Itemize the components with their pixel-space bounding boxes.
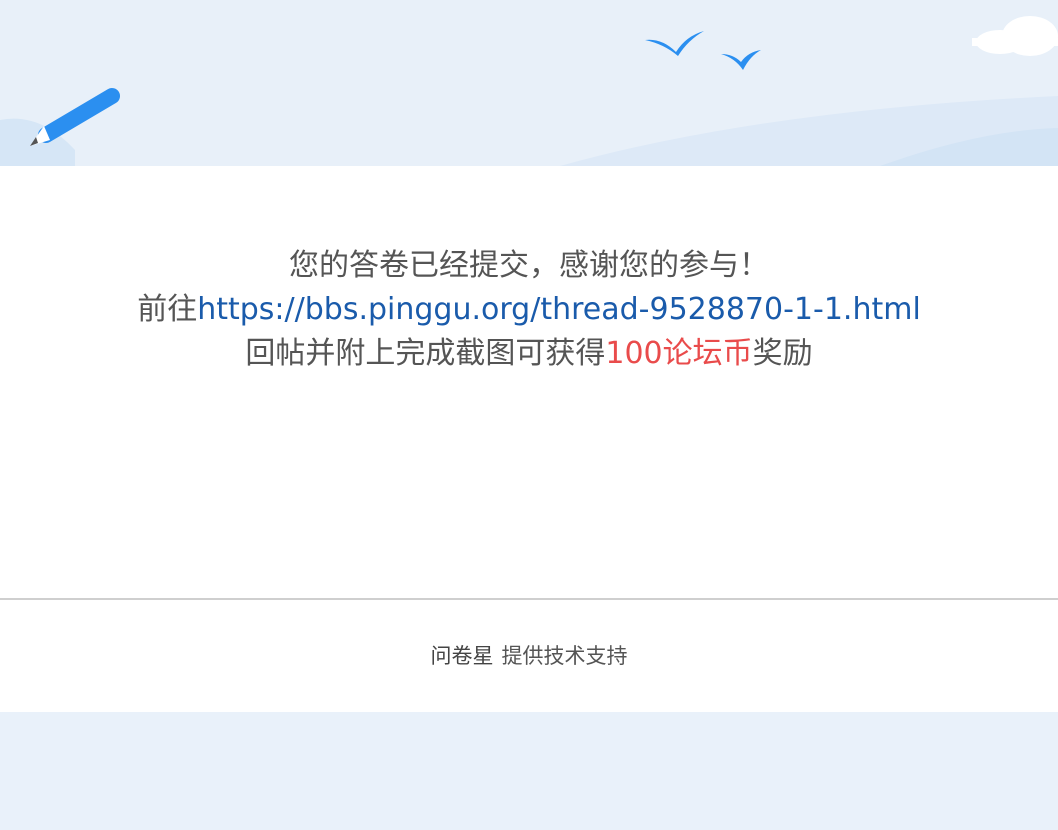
submission-message: 您的答卷已经提交，感谢您的参与！ 前往https://bbs.pinggu.or… — [0, 244, 1058, 376]
bird-icon — [721, 50, 761, 70]
footer: 问卷星 提供技术支持 — [0, 640, 1058, 672]
header-banner — [0, 0, 1058, 166]
confirmation-card: 您的答卷已经提交，感谢您的参与！ 前往https://bbs.pinggu.or… — [0, 166, 1058, 712]
bird-icon — [645, 31, 704, 56]
page: 您的答卷已经提交，感谢您的参与！ 前往https://bbs.pinggu.or… — [0, 0, 1058, 830]
cloud-icon — [972, 16, 1058, 56]
goto-label: 前往 — [137, 292, 198, 327]
banner-illustration — [0, 16, 1058, 166]
brand-link[interactable]: 问卷星 — [431, 644, 494, 668]
support-text: 提供技术支持 — [501, 644, 628, 668]
reward-amount: 100论坛币 — [605, 336, 753, 371]
reward-line: 回帖并附上完成截图可获得100论坛币奖励 — [0, 332, 1058, 376]
reward-instruction: 回帖并附上完成截图可获得 — [245, 336, 606, 371]
link-line: 前往https://bbs.pinggu.org/thread-9528870-… — [0, 288, 1058, 332]
reward-suffix: 奖励 — [752, 336, 813, 371]
thanks-line: 您的答卷已经提交，感谢您的参与！ — [289, 248, 769, 283]
divider — [0, 598, 1058, 600]
pencil-icon — [30, 88, 120, 146]
forum-thread-link[interactable]: https://bbs.pinggu.org/thread-9528870-1-… — [197, 292, 921, 327]
